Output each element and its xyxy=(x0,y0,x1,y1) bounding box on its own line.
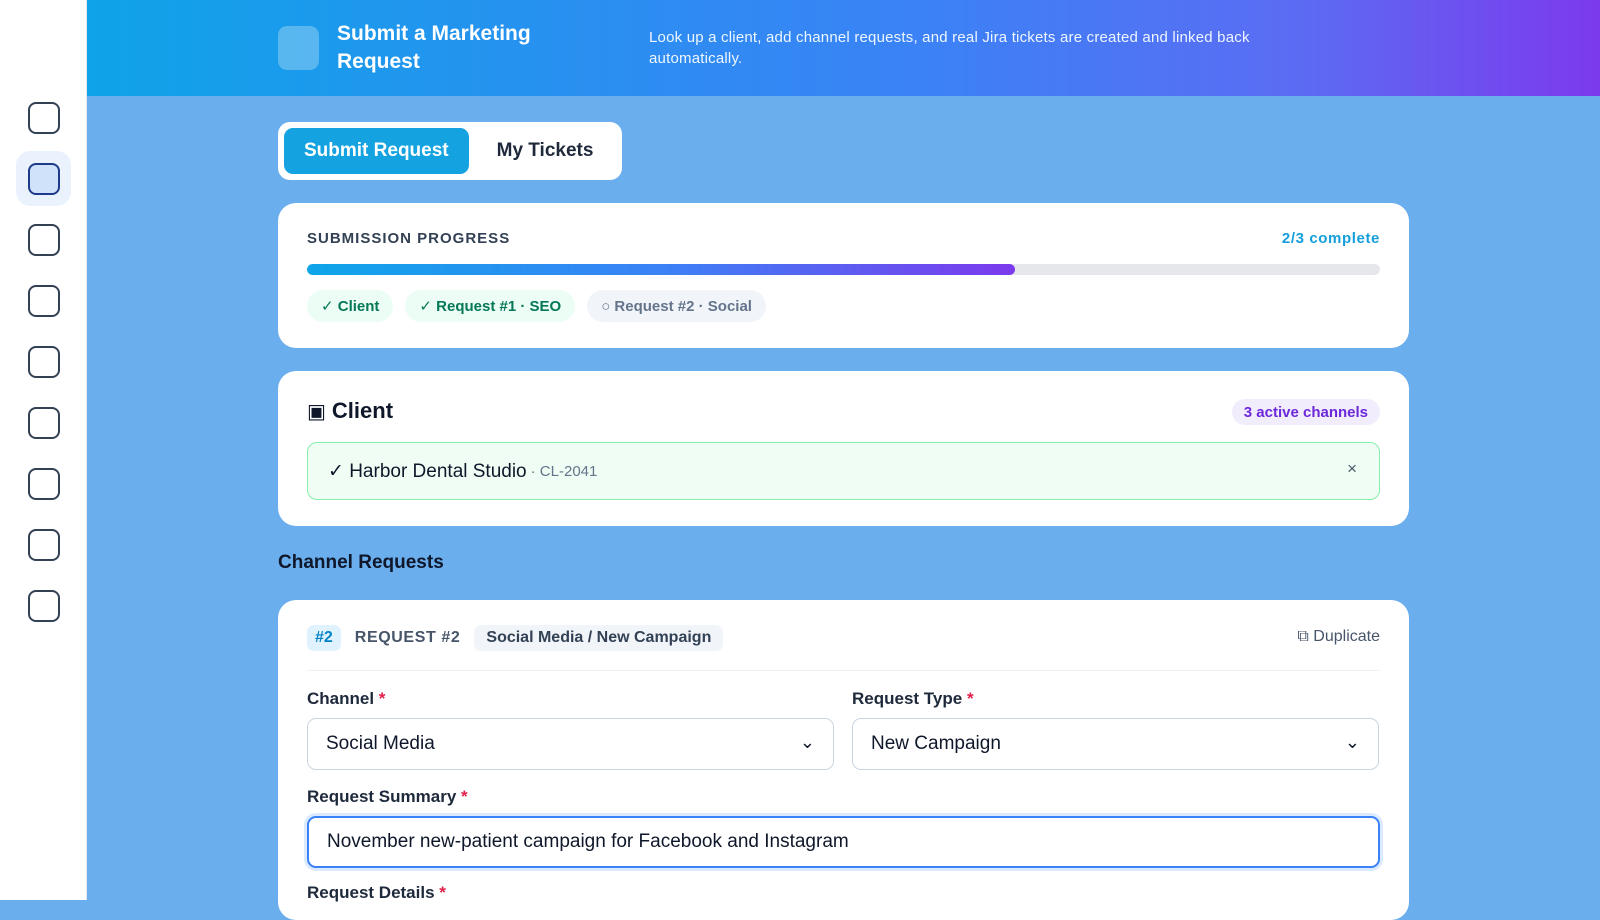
request-number-badge: #2 xyxy=(307,625,341,651)
submission-progress-card: SUBMISSION PROGRESS 2/3 complete ✓ Clien… xyxy=(278,203,1409,348)
chevron-down-icon: ⌄ xyxy=(799,732,815,752)
request-card: #2 REQUEST #2 Social Media / New Campaig… xyxy=(278,600,1409,920)
nav-icon-3[interactable] xyxy=(16,212,71,267)
progress-count: 2/3 complete xyxy=(1281,230,1380,247)
page-title: Submit a Marketing Request xyxy=(337,22,531,73)
channel-select-value: Social Media xyxy=(326,733,435,754)
channel-select[interactable]: Social Media ⌄ xyxy=(307,718,834,770)
progress-bar xyxy=(307,264,1380,275)
client-title-text: Client xyxy=(331,398,394,423)
required-mark: * xyxy=(461,787,468,806)
page-header: Submit a Marketing Request Look up a cli… xyxy=(87,0,1600,96)
step-chip-request-1: ✓ Request #1 · SEO xyxy=(405,290,576,322)
request-type-select[interactable]: New Campaign ⌄ xyxy=(852,718,1379,770)
app-logo-icon xyxy=(278,26,319,70)
nav-icon-2-active[interactable] xyxy=(16,151,71,206)
page-description: Look up a client, add channel requests, … xyxy=(649,29,1250,67)
active-channels-badge: 3 active channels xyxy=(1231,399,1380,425)
step-chip-request-2: ○ Request #2 · Social xyxy=(587,290,766,322)
nav-icon-6[interactable] xyxy=(16,395,71,450)
request-type-label-text: Request Type xyxy=(852,689,963,708)
progress-steps: ✓ Client ✓ Request #1 · SEO ○ Request #2… xyxy=(307,290,766,322)
selected-client[interactable]: ✓ Harbor Dental Studio · CL-2041 × xyxy=(307,442,1380,500)
channel-label-text: Channel xyxy=(307,689,375,708)
nav-icon-7[interactable] xyxy=(16,456,71,511)
close-icon[interactable]: × xyxy=(1347,459,1357,479)
nav-icon-9[interactable] xyxy=(16,578,71,633)
request-summary-label-text: Request Summary xyxy=(307,787,457,806)
request-details-label-text: Request Details xyxy=(307,883,435,902)
request-type-field-label: Request Type * xyxy=(852,689,974,709)
request-header: #2 REQUEST #2 Social Media / New Campaig… xyxy=(307,625,724,651)
client-card: ▣ Client 3 active channels ✓ Harbor Dent… xyxy=(278,371,1409,526)
nav-icon-8[interactable] xyxy=(16,517,71,572)
duplicate-button[interactable]: ⧉ Duplicate xyxy=(1297,628,1380,646)
nav-icon-5[interactable] xyxy=(16,334,71,389)
required-mark: * xyxy=(966,689,974,708)
client-id: · CL-2041 xyxy=(530,462,598,480)
request-details-field-label: Request Details * xyxy=(307,883,446,903)
tab-bar: Submit Request My Tickets xyxy=(278,122,622,180)
channel-requests-heading: Channel Requests xyxy=(278,552,444,573)
divider xyxy=(307,670,1380,671)
step-chip-client: ✓ Client xyxy=(307,290,394,322)
nav-icon-4[interactable] xyxy=(16,273,71,328)
square-icon: ▣ xyxy=(307,400,326,423)
required-mark: * xyxy=(439,883,446,902)
request-label: REQUEST #2 xyxy=(354,629,461,646)
progress-bar-fill xyxy=(307,264,1016,275)
progress-label: SUBMISSION PROGRESS xyxy=(307,230,511,247)
request-tag: Social Media / New Campaign xyxy=(474,625,724,651)
client-heading: ▣ Client xyxy=(307,398,393,424)
required-mark: * xyxy=(378,689,386,708)
tab-submit-request[interactable]: Submit Request xyxy=(284,128,469,174)
channel-field-label: Channel * xyxy=(307,689,385,709)
client-name: ✓ Harbor Dental Studio xyxy=(328,460,527,482)
request-summary-field-label: Request Summary * xyxy=(307,787,468,807)
request-summary-input[interactable] xyxy=(307,816,1380,868)
chevron-down-icon: ⌄ xyxy=(1344,732,1360,752)
left-nav-rail xyxy=(0,0,87,900)
request-type-select-value: New Campaign xyxy=(871,733,1001,754)
tab-my-tickets[interactable]: My Tickets xyxy=(477,128,614,174)
nav-icon-1[interactable] xyxy=(16,90,71,145)
